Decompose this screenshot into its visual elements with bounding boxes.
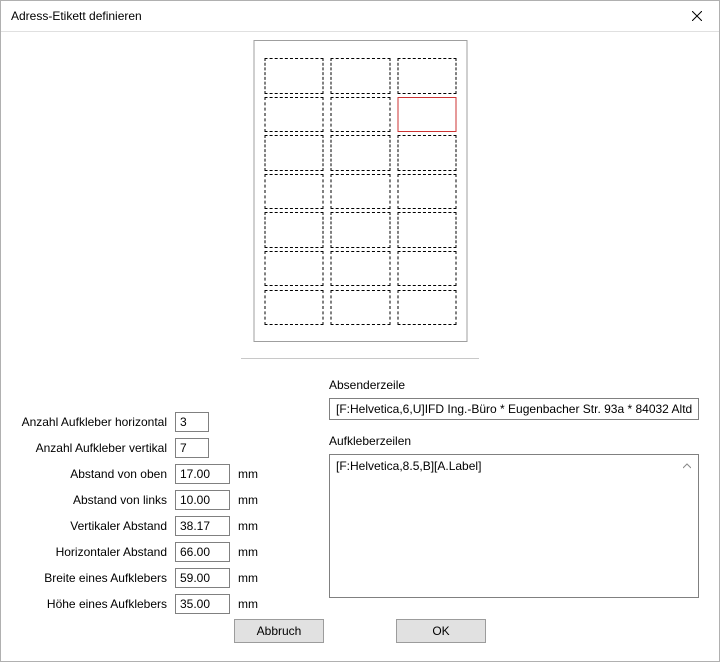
preview-label-cell[interactable]	[397, 212, 457, 247]
label-horizontal-pitch: Horizontaler Abstand	[17, 545, 175, 559]
preview-label-cell[interactable]	[264, 212, 324, 247]
label-sheet-preview	[253, 40, 467, 342]
titlebar: Adress-Etikett definieren	[1, 1, 719, 32]
unit-vertical-pitch: mm	[238, 519, 258, 533]
preview-label-cell[interactable]	[331, 135, 391, 170]
label-label-height: Höhe eines Aufklebers	[17, 597, 175, 611]
input-horizontal-pitch[interactable]	[175, 542, 230, 562]
preview-label-cell[interactable]	[397, 290, 457, 325]
row-margin-left: Abstand von links mm	[17, 488, 317, 512]
preview-label-cell[interactable]	[331, 97, 391, 132]
preview-label-cell[interactable]	[264, 290, 324, 325]
window-title: Adress-Etikett definieren	[11, 9, 674, 23]
close-button[interactable]	[674, 1, 719, 31]
preview-label-cell[interactable]	[264, 58, 324, 93]
absender-input[interactable]	[329, 398, 699, 420]
layout-parameters: Anzahl Aufkleber horizontal Anzahl Aufkl…	[17, 410, 317, 618]
label-preview-area	[253, 40, 468, 342]
preview-label-cell[interactable]	[264, 251, 324, 286]
row-margin-top: Abstand von oben mm	[17, 462, 317, 486]
label-label-width: Breite eines Aufklebers	[17, 571, 175, 585]
aufkleber-content: [F:Helvetica,8.5,B][A.Label]	[336, 459, 481, 473]
unit-label-width: mm	[238, 571, 258, 585]
content-parameters: Absenderzeile Aufkleberzeilen [F:Helveti…	[329, 378, 699, 598]
input-label-width[interactable]	[175, 568, 230, 588]
preview-label-cell[interactable]	[397, 174, 457, 209]
absender-label: Absenderzeile	[329, 378, 699, 392]
divider-line	[241, 358, 479, 359]
label-margin-left: Abstand von links	[17, 493, 175, 507]
input-vertical-pitch[interactable]	[175, 516, 230, 536]
preview-label-cell[interactable]	[264, 174, 324, 209]
input-count-horizontal[interactable]	[175, 412, 209, 432]
preview-label-cell[interactable]	[331, 290, 391, 325]
unit-horizontal-pitch: mm	[238, 545, 258, 559]
preview-label-cell[interactable]	[397, 58, 457, 93]
close-icon	[692, 11, 702, 21]
ok-button[interactable]: OK	[396, 619, 486, 643]
aufkleber-label: Aufkleberzeilen	[329, 434, 699, 448]
preview-label-cell[interactable]	[331, 251, 391, 286]
label-count-horizontal: Anzahl Aufkleber horizontal	[17, 415, 175, 429]
preview-label-cell[interactable]	[397, 97, 457, 132]
unit-margin-left: mm	[238, 493, 258, 507]
scroll-up-icon	[679, 458, 695, 474]
preview-label-cell[interactable]	[331, 212, 391, 247]
unit-margin-top: mm	[238, 467, 258, 481]
aufkleber-textarea[interactable]: [F:Helvetica,8.5,B][A.Label]	[329, 454, 699, 598]
dialog-body: Anzahl Aufkleber horizontal Anzahl Aufkl…	[1, 32, 719, 661]
button-bar: Abbruch OK	[1, 619, 719, 643]
row-count-horizontal: Anzahl Aufkleber horizontal	[17, 410, 317, 434]
input-label-height[interactable]	[175, 594, 230, 614]
label-vertical-pitch: Vertikaler Abstand	[17, 519, 175, 533]
input-count-vertical[interactable]	[175, 438, 209, 458]
preview-label-cell[interactable]	[331, 58, 391, 93]
row-count-vertical: Anzahl Aufkleber vertikal	[17, 436, 317, 460]
input-margin-top[interactable]	[175, 464, 230, 484]
preview-label-cell[interactable]	[264, 97, 324, 132]
preview-label-cell[interactable]	[397, 135, 457, 170]
row-label-height: Höhe eines Aufklebers mm	[17, 592, 317, 616]
input-margin-left[interactable]	[175, 490, 230, 510]
row-vertical-pitch: Vertikaler Abstand mm	[17, 514, 317, 538]
row-label-width: Breite eines Aufklebers mm	[17, 566, 317, 590]
label-count-vertical: Anzahl Aufkleber vertikal	[17, 441, 175, 455]
unit-label-height: mm	[238, 597, 258, 611]
preview-label-cell[interactable]	[264, 135, 324, 170]
row-horizontal-pitch: Horizontaler Abstand mm	[17, 540, 317, 564]
cancel-button[interactable]: Abbruch	[234, 619, 324, 643]
preview-label-cell[interactable]	[397, 251, 457, 286]
dialog-window: Adress-Etikett definieren Anzahl Aufkleb…	[0, 0, 720, 662]
preview-label-cell[interactable]	[331, 174, 391, 209]
label-margin-top: Abstand von oben	[17, 467, 175, 481]
